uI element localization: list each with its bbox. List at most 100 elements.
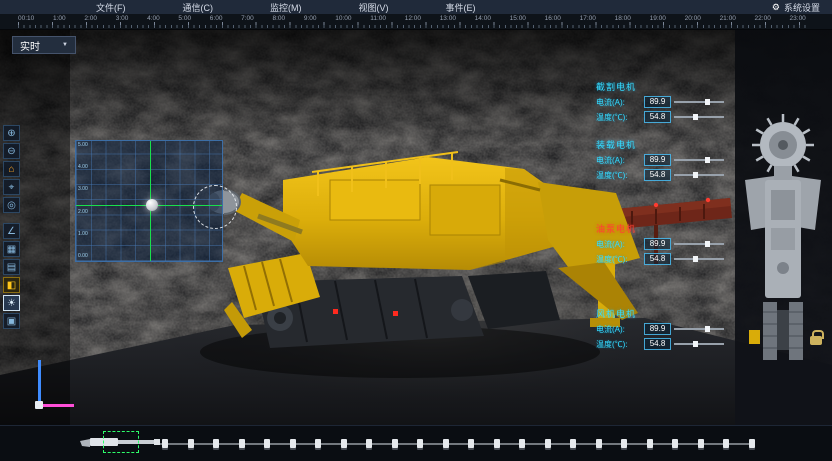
motor-title: 装载电机: [596, 138, 746, 151]
train-segment[interactable]: [239, 439, 245, 448]
train-segment[interactable]: [264, 439, 270, 448]
gauge-handle: [705, 157, 710, 163]
zoom-out-button[interactable]: ⊖: [3, 143, 20, 159]
train-segment[interactable]: [647, 439, 653, 448]
metric-gauge[interactable]: [674, 174, 724, 176]
timeline-ruler[interactable]: 00:101:002:003:004:005:006:007:008:009:0…: [0, 14, 832, 30]
focus-target-button[interactable]: ⌖: [3, 179, 20, 195]
menu-item-view[interactable]: 视图(V): [359, 1, 389, 14]
realtime-mode-dropdown[interactable]: 实时 ▼: [12, 36, 76, 54]
section-view-button[interactable]: ◧: [3, 277, 20, 293]
viewport-3d[interactable]: 5.004.003.002.001.000.00 实时 ▼ ⊕⊖⌂⌖◎∠▦▤◧☀…: [0, 30, 832, 425]
train-segment[interactable]: [749, 439, 755, 448]
system-settings-button[interactable]: ⚙ 系统设置: [772, 1, 820, 14]
metric-label: 温度(℃):: [596, 339, 641, 350]
timeline-label: 11:00: [370, 15, 386, 22]
train-segment[interactable]: [545, 439, 551, 448]
target-ball: [146, 199, 158, 211]
app-window: 文件(F) 通信(C) 监控(M) 视图(V) 事件(E) ⚙ 系统设置 00:10 1:…: [0, 0, 832, 461]
motor-title: 截割电机: [596, 80, 746, 93]
train-segment[interactable]: [621, 439, 627, 448]
mode-label: 实时: [20, 38, 40, 53]
metric-value: 89.9: [644, 96, 671, 108]
train-segment[interactable]: [341, 439, 347, 448]
timeline-label: 16:00: [545, 15, 561, 22]
metric-label: 电流(A):: [596, 155, 641, 166]
motor-metric-row: 电流(A):89.9: [596, 238, 746, 250]
train-segment[interactable]: [570, 439, 576, 448]
timeline-label: 9:00: [304, 15, 317, 22]
view-toolbar: ⊕ ⊖ ⌂ ⌖ ◎ ∠ ▦ ▤ ◧ ☀ ▣: [3, 125, 20, 329]
gauge-handle: [705, 326, 710, 332]
timeline-label: 14:00: [475, 15, 491, 22]
axis-x-line: [38, 404, 74, 407]
measure-tool-button[interactable]: ∠: [3, 223, 20, 239]
timeline-label: 5:00: [178, 15, 191, 22]
cutter-range-circle: [193, 185, 237, 229]
menu-item-monitor[interactable]: 监控(M): [270, 1, 302, 14]
timeline-label: 7:00: [241, 15, 254, 22]
metric-gauge[interactable]: [674, 101, 724, 103]
metric-value: 54.8: [644, 111, 671, 123]
timeline-label: 19:00: [650, 15, 666, 22]
camera-view-button[interactable]: ◎: [3, 197, 20, 213]
motor-panel: 风机电机电流(A):89.9温度(℃):54.8: [596, 307, 746, 350]
grid-toggle-button[interactable]: ▦: [3, 241, 20, 257]
grid-y-label: 4.00: [78, 165, 88, 170]
metric-label: 温度(℃):: [596, 112, 641, 123]
train-segment[interactable]: [417, 439, 423, 448]
motor-metric-row: 温度(℃):54.8: [596, 169, 746, 181]
train-segment[interactable]: [290, 439, 296, 448]
train-segment[interactable]: [519, 439, 525, 448]
menu-item-comm[interactable]: 通信(C): [183, 1, 214, 14]
metric-gauge[interactable]: [674, 328, 724, 330]
train-segment[interactable]: [392, 439, 398, 448]
metric-label: 温度(℃):: [596, 254, 641, 265]
gauge-handle: [693, 114, 698, 120]
lock-icon[interactable]: [810, 336, 822, 345]
train-segment[interactable]: [162, 439, 168, 448]
timeline-label: 4:00: [147, 15, 160, 22]
train-segment[interactable]: [188, 439, 194, 448]
train-segment[interactable]: [468, 439, 474, 448]
axis-gizmo: [26, 360, 86, 420]
train-segment[interactable]: [443, 439, 449, 448]
timeline-label: 1:00: [53, 15, 66, 22]
machine-train-strip[interactable]: [0, 425, 832, 461]
layers-button[interactable]: ▤: [3, 259, 20, 275]
timeline-label: 13:00: [440, 15, 456, 22]
motor-panel: 油泵电机电流(A):89.9温度(℃):54.8: [596, 222, 746, 265]
metric-gauge[interactable]: [674, 243, 724, 245]
menu-bar: 文件(F) 通信(C) 监控(M) 视图(V) 事件(E) ⚙ 系统设置: [0, 0, 832, 14]
metric-gauge[interactable]: [674, 343, 724, 345]
motor-metric-row: 温度(℃):54.8: [596, 111, 746, 123]
gauge-handle: [693, 341, 698, 347]
train-segment[interactable]: [315, 439, 321, 448]
grid-y-labels: 5.004.003.002.001.000.00: [78, 143, 88, 259]
train-segment[interactable]: [723, 439, 729, 448]
metric-value: 89.9: [644, 323, 671, 335]
timeline-label: 2:00: [84, 15, 97, 22]
lighting-button[interactable]: ☀: [3, 295, 20, 311]
train-segment[interactable]: [672, 439, 678, 448]
train-segment[interactable]: [494, 439, 500, 448]
grid-y-label: 3.00: [78, 187, 88, 192]
metric-gauge[interactable]: [674, 159, 724, 161]
timeline-labels: 00:101:002:003:004:005:006:007:008:009:0…: [18, 15, 806, 22]
train-segment[interactable]: [698, 439, 704, 448]
train-segment[interactable]: [366, 439, 372, 448]
metric-label: 温度(℃):: [596, 170, 641, 181]
metric-gauge[interactable]: [674, 116, 724, 118]
info-button[interactable]: ▣: [3, 313, 20, 329]
train-segment[interactable]: [213, 439, 219, 448]
train-segment[interactable]: [596, 439, 602, 448]
machine-schematic-panel: [735, 30, 832, 425]
home-view-button[interactable]: ⌂: [3, 161, 20, 177]
menu-item-event[interactable]: 事件(E): [446, 1, 476, 14]
metric-gauge[interactable]: [674, 258, 724, 260]
timeline-label: 6:00: [210, 15, 223, 22]
menu-item-file[interactable]: 文件(F): [96, 1, 126, 14]
timeline-label: 00:10: [18, 15, 34, 22]
zoom-in-button[interactable]: ⊕: [3, 125, 20, 141]
timeline-label: 15:00: [510, 15, 526, 22]
